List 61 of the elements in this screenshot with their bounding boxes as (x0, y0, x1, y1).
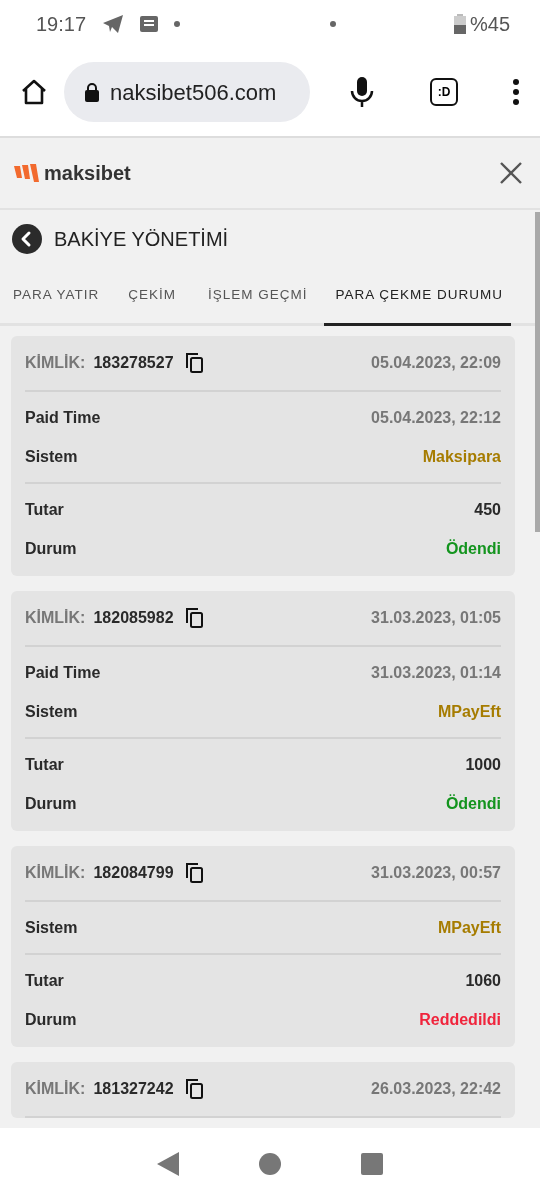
copy-icon[interactable] (185, 608, 203, 628)
field-label: Sistem (25, 446, 78, 467)
id-label: KİMLİK: (25, 353, 86, 373)
field-label: Tutar (25, 970, 64, 991)
field-label: Durum (25, 538, 77, 559)
field-label: Sistem (25, 701, 78, 722)
notes-icon (140, 16, 159, 32)
id-label: KİMLİK: (25, 608, 86, 628)
field-label: Durum (25, 1009, 77, 1030)
field-label: Sistem (25, 917, 78, 938)
logo-text: maksibet (44, 161, 131, 186)
back-icon[interactable] (12, 224, 42, 254)
tab[interactable]: PARA ÇEKME DURUMU (323, 268, 512, 326)
copy-icon[interactable] (185, 863, 203, 883)
field-value: Ödendi (445, 793, 501, 814)
page-title: BAKİYE YÖNETİMİ (54, 227, 229, 252)
home-icon[interactable] (20, 78, 48, 106)
field-label: Durum (25, 793, 77, 814)
logo-icon (14, 164, 40, 182)
field-label: Paid Time (25, 662, 101, 683)
field-value: MPayEft (437, 917, 501, 938)
id-value: 181327242 (93, 1079, 174, 1099)
field-label: Tutar (25, 754, 64, 775)
date: 05.04.2023, 22:09 (371, 353, 501, 373)
field-value: 450 (474, 499, 501, 520)
menu-icon[interactable] (512, 79, 520, 105)
date: 31.03.2023, 01:05 (371, 608, 501, 628)
field-value: Ödendi (445, 538, 501, 559)
tab[interactable]: ÇEKİM (112, 268, 193, 326)
lock-icon (84, 82, 100, 102)
scrollbar[interactable] (535, 212, 540, 532)
send-icon (102, 14, 125, 34)
dot-icon (174, 21, 181, 27)
field-value: MPayEft (437, 701, 501, 722)
tab[interactable]: İŞLEM GEÇMİ (192, 268, 324, 326)
field-value: 05.04.2023, 22:12 (371, 407, 501, 428)
clock: 19:17 (36, 12, 87, 37)
field-value: Maksipara (422, 446, 501, 467)
copy-icon[interactable] (185, 353, 203, 373)
field-label: Paid Time (25, 407, 101, 428)
field-value: Reddedildi (419, 1009, 501, 1030)
dot-icon (330, 21, 337, 27)
id-label: KİMLİK: (25, 863, 86, 883)
address-bar[interactable]: naksibet506.com (64, 62, 310, 122)
id-value: 182084799 (93, 863, 174, 883)
id-value: 183278527 (93, 353, 174, 373)
field-value: 31.03.2023, 01:14 (371, 662, 501, 683)
microphone-icon[interactable] (350, 76, 374, 108)
date: 31.03.2023, 00:57 (371, 863, 501, 883)
field-value: 1000 (465, 754, 501, 775)
id-label: KİMLİK: (25, 1079, 86, 1099)
date: 26.03.2023, 22:42 (371, 1079, 501, 1099)
close-icon[interactable] (500, 162, 522, 184)
battery-icon (453, 14, 466, 34)
copy-icon[interactable] (185, 1079, 203, 1099)
id-value: 182085982 (93, 608, 174, 628)
tab-switcher-button[interactable]: :D (430, 78, 458, 106)
field-value: 1060 (465, 970, 501, 991)
field-label: Tutar (25, 499, 64, 520)
tab[interactable]: PARA YATIR (0, 268, 113, 326)
battery-level: %45 (469, 12, 510, 37)
